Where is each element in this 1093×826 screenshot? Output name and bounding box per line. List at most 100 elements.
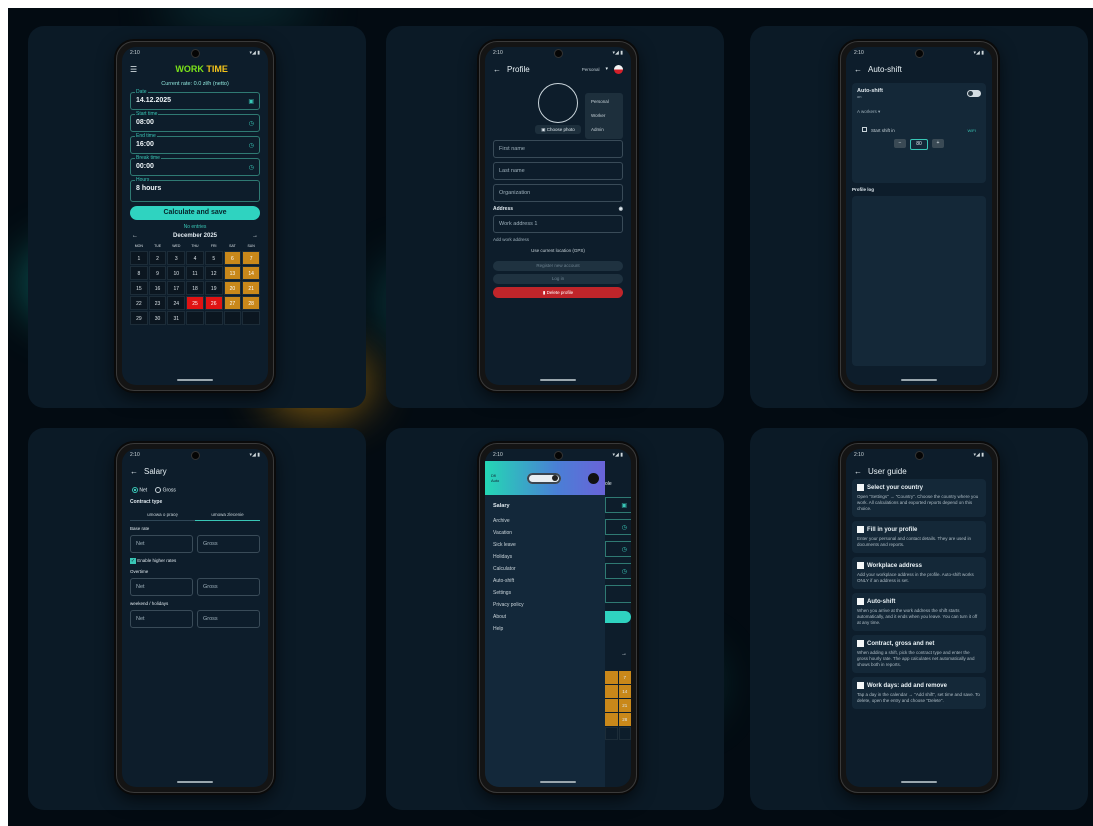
status-bar: 2:10 ▾◢ ▮ — [854, 451, 984, 460]
back-arrow-icon[interactable]: ← — [854, 467, 862, 476]
calendar-day[interactable]: 27 — [223, 296, 242, 310]
plus-button[interactable]: + — [932, 139, 944, 148]
first-name-input[interactable]: First name — [493, 140, 623, 158]
calculate-save-button[interactable]: Calculate and save — [130, 206, 260, 220]
work-address-input[interactable]: Work address 1 — [493, 215, 623, 233]
calendar-day[interactable]: 12 — [204, 266, 223, 280]
calendar-day[interactable]: 31 — [167, 311, 186, 325]
calendar-day[interactable]: 17 — [167, 281, 186, 295]
hamburger-menu-icon[interactable]: ☰ — [130, 65, 137, 74]
calendar-day[interactable]: 28 — [242, 296, 260, 310]
calendar-day[interactable]: 21 — [242, 281, 260, 295]
calendar-day[interactable]: 1 — [130, 251, 148, 265]
overtime-net-input[interactable]: Net — [130, 578, 193, 597]
drawer-item-archive[interactable]: Archive — [485, 515, 605, 527]
add-address-link[interactable]: Add work address — [485, 237, 631, 242]
organization-input[interactable]: Organization — [493, 184, 623, 202]
delete-profile-button[interactable]: ▮ Delete profile — [493, 287, 623, 298]
drawer-item-auto-shift[interactable]: Auto-shift — [485, 575, 605, 587]
section-selector[interactable]: A workers ▾ — [857, 109, 981, 115]
clock-icon[interactable]: ◷ — [249, 164, 254, 171]
calendar-day[interactable]: 20 — [223, 281, 242, 295]
clock-icon[interactable]: ◷ — [249, 120, 254, 127]
calendar-day[interactable]: 16 — [148, 281, 167, 295]
tab-contract-a[interactable]: umowa o pracę — [130, 509, 195, 522]
radio-net[interactable]: Net — [132, 487, 147, 493]
register-button[interactable]: Register new account — [493, 261, 623, 271]
back-arrow-icon[interactable]: ← — [854, 65, 862, 74]
base-gross-input[interactable]: Gross — [197, 535, 260, 554]
drawer-item-sick-leave[interactable]: Sick leave — [485, 539, 605, 551]
higher-rates-check[interactable]: ✓ Enable higher rates — [122, 558, 268, 565]
start-time-field[interactable]: Start time 08:00 ◷ — [130, 111, 260, 132]
drawer-item-help[interactable]: Help — [485, 623, 605, 635]
calendar-day[interactable]: 22 — [130, 296, 148, 310]
calendar-day[interactable]: 15 — [130, 281, 148, 295]
calendar-day[interactable]: 18 — [186, 281, 204, 295]
menu-item-worker[interactable]: Worker — [585, 109, 623, 123]
menu-item-admin[interactable]: Admin — [585, 123, 623, 137]
minus-button[interactable]: − — [894, 139, 906, 148]
end-time-field[interactable]: End time 16:00 ◷ — [130, 133, 260, 154]
calendar-day[interactable]: 2 — [148, 251, 167, 265]
calendar-day[interactable]: 24 — [167, 296, 186, 310]
calendar-day[interactable]: 9 — [148, 266, 167, 280]
calendar-day[interactable]: 5 — [204, 251, 223, 265]
calendar-day[interactable]: 13 — [223, 266, 242, 280]
next-month-icon[interactable]: → — [252, 233, 258, 239]
calendar-day[interactable]: 8 — [130, 266, 148, 280]
calendar-day[interactable]: 14 — [242, 266, 260, 280]
checkbox-icon[interactable] — [862, 127, 867, 132]
base-rate-label: Base rate — [130, 526, 150, 532]
back-arrow-icon[interactable]: ← — [493, 65, 501, 74]
calendar-day[interactable]: 26 — [204, 296, 223, 310]
status-bar: 2:10 ▾◢ ▮ — [493, 451, 623, 460]
calendar-day[interactable]: 30 — [148, 311, 167, 325]
calendar-day[interactable]: 6 — [223, 251, 242, 265]
drawer-item-settings[interactable]: Settings — [485, 587, 605, 599]
theme-toggle[interactable] — [526, 472, 561, 484]
flag-icon[interactable] — [614, 64, 623, 74]
calendar-day[interactable]: 19 — [204, 281, 223, 295]
back-arrow-icon[interactable]: ← — [130, 467, 138, 476]
overtime-gross-input[interactable]: Gross — [197, 578, 260, 597]
menu-item-personal[interactable]: Personal — [585, 95, 623, 109]
calendar-day[interactable]: 10 — [167, 266, 186, 280]
calendar-day[interactable]: 11 — [186, 266, 204, 280]
drawer-item-about[interactable]: About — [485, 611, 605, 623]
last-name-input[interactable]: Last name — [493, 162, 623, 180]
calendar-day[interactable]: 25 — [186, 296, 204, 310]
calendar-day[interactable]: 4 — [186, 251, 204, 265]
choose-photo-button[interactable]: ▣ Choose photo — [535, 125, 581, 134]
calendar-day[interactable]: 7 — [242, 251, 260, 265]
prev-month-icon[interactable]: ← — [132, 233, 138, 239]
mode-dropdown[interactable]: Personal — [582, 67, 600, 72]
calendar-day[interactable]: 3 — [167, 251, 186, 265]
weekend-net-input[interactable]: Net — [130, 610, 193, 629]
use-location-link[interactable]: Use current location (GPS) — [485, 248, 631, 253]
account-icon[interactable] — [587, 472, 599, 484]
drawer-item-vacation[interactable]: Vacation — [485, 527, 605, 539]
drawer-item-calculator[interactable]: Calculator — [485, 563, 605, 575]
radio-gross[interactable]: Gross — [155, 487, 176, 493]
weekend-gross-input[interactable]: Gross — [197, 610, 260, 629]
calendar-empty — [204, 311, 223, 325]
chevron-down-icon[interactable]: ▾ — [605, 66, 608, 72]
break-time-field[interactable]: Break time 00:00 ◷ — [130, 155, 260, 176]
login-button[interactable]: Log in — [493, 274, 623, 284]
date-field[interactable]: Date 14.12.2025 ▣ — [130, 89, 260, 110]
clock-icon[interactable]: ◷ — [249, 142, 254, 149]
radius-input[interactable]: 80 — [910, 139, 928, 150]
drawer-item-privacy-policy[interactable]: Privacy policy — [485, 599, 605, 611]
clock-icon: ◷ — [605, 563, 631, 579]
base-net-input[interactable]: Net — [130, 535, 193, 554]
tab-contract-b[interactable]: umowa zlecenie — [195, 509, 260, 522]
avatar[interactable] — [538, 83, 578, 123]
calendar-day[interactable]: 29 — [130, 311, 148, 325]
visibility-icon[interactable]: ◉ — [619, 206, 623, 212]
auto-shift-toggle[interactable] — [967, 90, 981, 97]
calendar-day[interactable]: 23 — [148, 296, 167, 310]
step-icon — [857, 640, 864, 647]
drawer-item-holidays[interactable]: Holidays — [485, 551, 605, 563]
calendar-icon[interactable]: ▣ — [248, 98, 254, 105]
